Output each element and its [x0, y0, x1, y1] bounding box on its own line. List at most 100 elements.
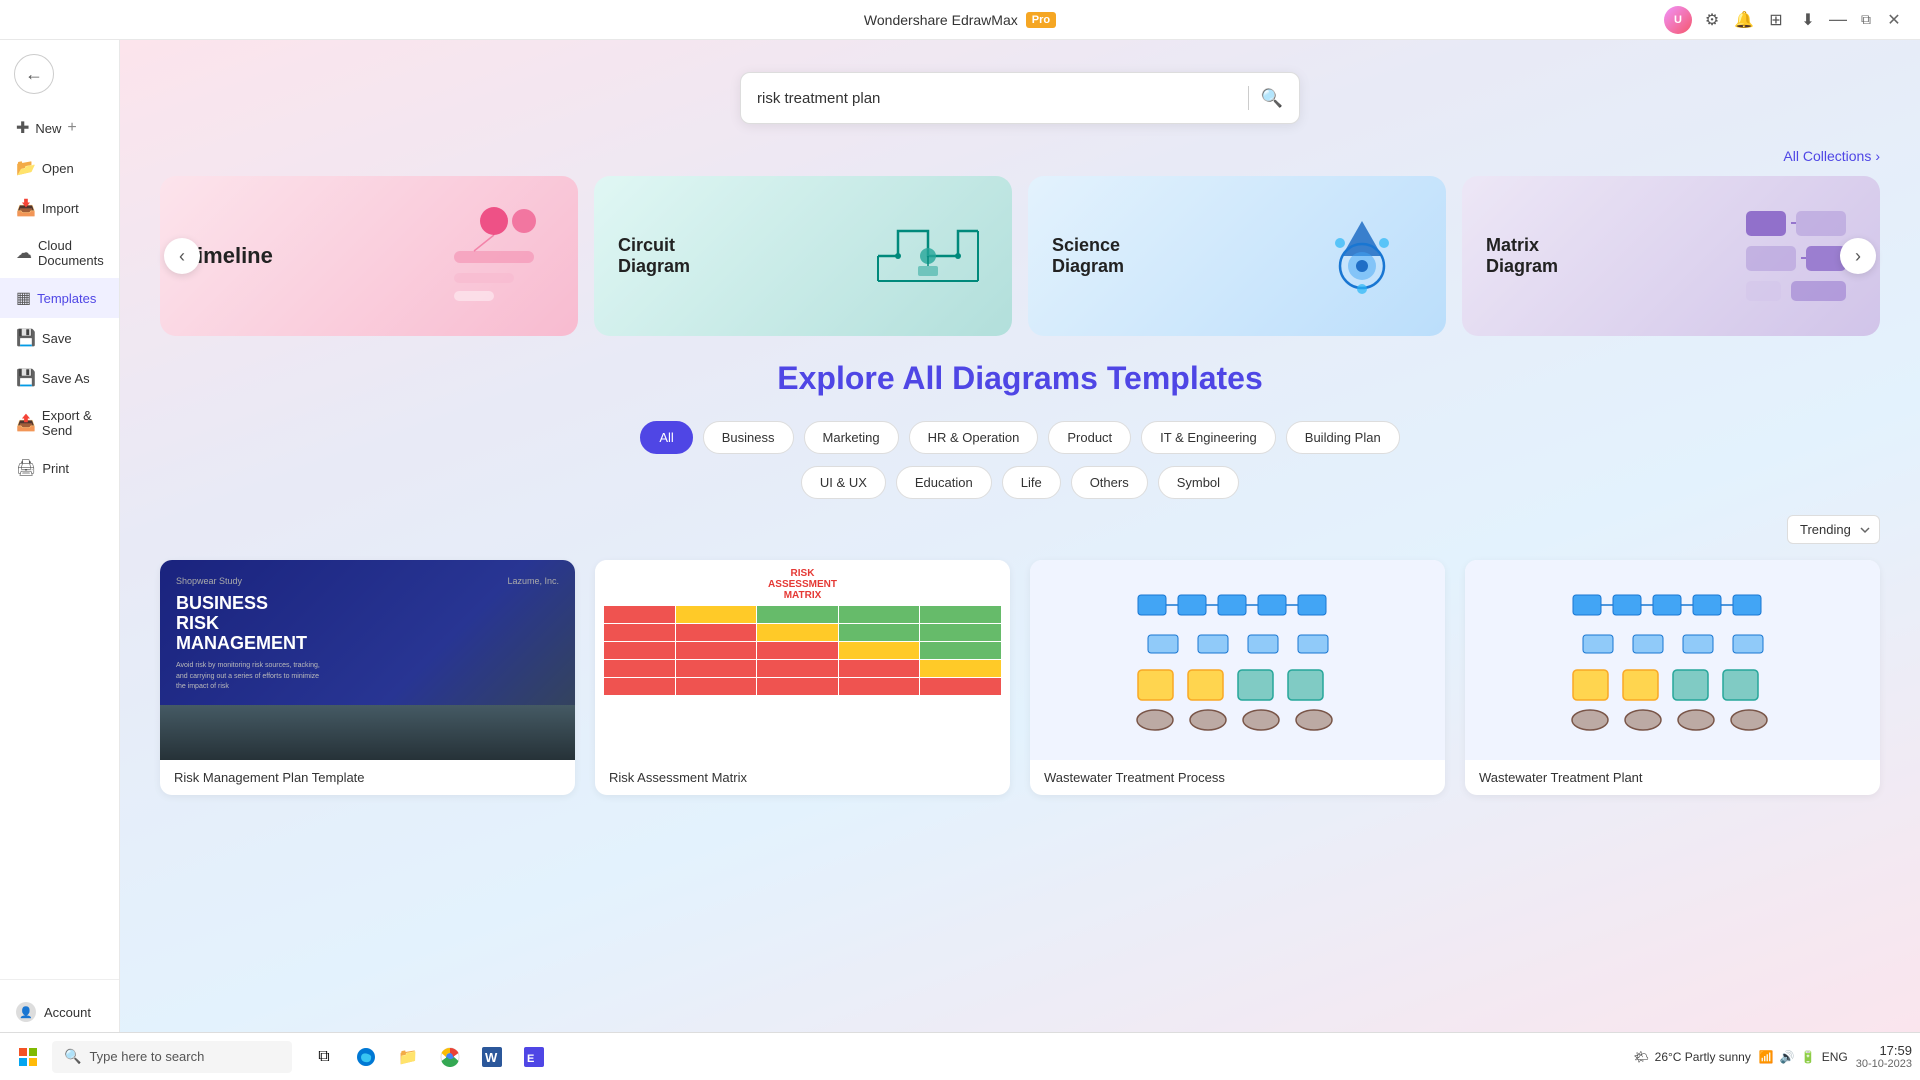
taskbar-app-explorer[interactable]: 📁 [388, 1037, 428, 1077]
filter-life[interactable]: Life [1002, 466, 1061, 499]
filter-ui-ux[interactable]: UI & UX [801, 466, 886, 499]
all-collections-label: All Collections [1783, 148, 1871, 164]
filter-product[interactable]: Product [1048, 421, 1131, 454]
start-button[interactable] [8, 1037, 48, 1077]
taskbar-app-edge[interactable] [346, 1037, 386, 1077]
chevron-right-icon: › [1875, 148, 1880, 164]
taskbar-app-task-view[interactable]: ⧉ [304, 1037, 344, 1077]
taskbar-app-edrawmax[interactable]: E [514, 1037, 554, 1077]
carousel-header: All Collections › [160, 148, 1880, 164]
titlebar-right-controls: U ⚙ 🔔 ⊞ ⬇ — ⧉ ✕ [1664, 6, 1904, 34]
taskbar: 🔍 Type here to search ⧉ 📁 W E 🌤 26°C Par… [0, 1032, 1920, 1080]
download-icon[interactable]: ⬇ [1796, 8, 1820, 32]
science-image [1302, 196, 1422, 316]
language-label: ENG [1822, 1050, 1848, 1064]
template-card-risk-management[interactable]: Shopwear StudyLazume, Inc. BUSINESS RISK… [160, 560, 575, 795]
sidebar-item-import[interactable]: 📥 Import [0, 188, 119, 228]
template-card-wastewater-process[interactable]: Wastewater Treatment Process [1030, 560, 1445, 795]
timeline-label: Timeline [184, 243, 434, 269]
risk-management-label: Risk Management Plan Template [160, 760, 575, 795]
wastewater-process-label: Wastewater Treatment Process [1030, 760, 1445, 795]
taskbar-time[interactable]: 17:59 30-10-2023 [1856, 1043, 1912, 1070]
carousel-prev-button[interactable]: ‹ [164, 238, 200, 274]
sidebar-item-account[interactable]: 👤 Account [0, 992, 119, 1032]
taskbar-notifications: 📶 🔊 🔋 ENG [1759, 1050, 1848, 1064]
close-button[interactable]: ✕ [1884, 10, 1904, 30]
sidebar-item-print[interactable]: 🖨 Print [0, 448, 119, 488]
sidebar-nav: ✚ New + 📂 Open 📥 Import ☁ [0, 100, 119, 979]
carousel-card-matrix[interactable]: MatrixDiagram [1462, 176, 1880, 336]
taskbar-date-display: 30-10-2023 [1856, 1058, 1912, 1070]
carousel-card-circuit[interactable]: CircuitDiagram [594, 176, 1012, 336]
filter-business[interactable]: Business [703, 421, 794, 454]
back-button[interactable]: ← [8, 48, 60, 100]
search-divider [1248, 86, 1249, 110]
bell-icon[interactable]: 🔔 [1732, 8, 1756, 32]
filter-others[interactable]: Others [1071, 466, 1148, 499]
sidebar-item-export[interactable]: 📤 Export & Send [0, 398, 119, 448]
filter-row-2: UI & UX Education Life Others Symbol [160, 466, 1880, 499]
taskbar-app-chrome[interactable] [430, 1037, 470, 1077]
save-label: Save [42, 331, 72, 346]
science-label: ScienceDiagram [1052, 235, 1302, 277]
sidebar-item-templates[interactable]: ▦ Templates [0, 278, 119, 318]
import-icon: 📥 [16, 198, 36, 218]
wifi-icon: 📶 [1759, 1050, 1774, 1064]
sidebar-item-new[interactable]: ✚ New + [0, 108, 119, 148]
sidebar-item-cloud[interactable]: ☁ Cloud Documents [0, 228, 119, 278]
taskbar-right: 🌤 26°C Partly sunny 📶 🔊 🔋 ENG 17:59 30-1… [1633, 1043, 1912, 1070]
filter-row-1: All Business Marketing HR & Operation Pr… [160, 421, 1880, 454]
account-label: Account [44, 1005, 91, 1020]
sidebar-item-open[interactable]: 📂 Open [0, 148, 119, 188]
all-collections-link[interactable]: All Collections › [1783, 148, 1880, 164]
carousel-card-science[interactable]: ScienceDiagram [1028, 176, 1446, 336]
save-as-label: Save As [42, 371, 90, 386]
template-card-risk-assessment[interactable]: RISKASSESSMENTMATRIX [595, 560, 1010, 795]
open-label: Open [42, 161, 74, 176]
restore-button[interactable]: ⧉ [1856, 10, 1876, 30]
carousel-wrapper: ‹ Timeline [160, 176, 1880, 336]
filter-marketing[interactable]: Marketing [804, 421, 899, 454]
search-input[interactable] [757, 90, 1236, 107]
sort-select[interactable]: Trending Newest Popular [1787, 515, 1880, 544]
settings-icon[interactable]: ⚙ [1700, 8, 1724, 32]
svg-text:W: W [485, 1050, 498, 1065]
taskbar-search[interactable]: 🔍 Type here to search [52, 1041, 292, 1073]
filter-it-engineering[interactable]: IT & Engineering [1141, 421, 1276, 454]
grid-icon[interactable]: ⊞ [1764, 8, 1788, 32]
sidebar-item-save-as[interactable]: 💾 Save As [0, 358, 119, 398]
export-icon: 📤 [16, 413, 36, 433]
new-icon: ✚ [16, 118, 29, 138]
wastewater-plant-image [1465, 560, 1880, 760]
carousel-next-button[interactable]: › [1840, 238, 1876, 274]
taskbar-time-display: 17:59 [1856, 1043, 1912, 1058]
carousel-track: Timeline [160, 176, 1880, 336]
filter-hr-operation[interactable]: HR & Operation [909, 421, 1039, 454]
cloud-label: Cloud Documents [38, 238, 104, 268]
templates-label: Templates [37, 291, 96, 306]
save-as-icon: 💾 [16, 368, 36, 388]
filter-all[interactable]: All [640, 421, 692, 454]
search-bar[interactable]: 🔍 [740, 72, 1300, 124]
filter-building-plan[interactable]: Building Plan [1286, 421, 1400, 454]
taskbar-app-word[interactable]: W [472, 1037, 512, 1077]
filter-education[interactable]: Education [896, 466, 992, 499]
template-card-wastewater-plant[interactable]: Wastewater Treatment Plant [1465, 560, 1880, 795]
risk-assessment-label: Risk Assessment Matrix [595, 760, 1010, 795]
filter-symbol[interactable]: Symbol [1158, 466, 1239, 499]
sidebar-item-save[interactable]: 💾 Save [0, 318, 119, 358]
titlebar: Wondershare EdrawMax Pro U ⚙ 🔔 ⊞ ⬇ — ⧉ ✕ [0, 0, 1920, 40]
circuit-label: CircuitDiagram [618, 235, 868, 277]
search-section: 🔍 [120, 40, 1920, 148]
circuit-image [868, 196, 988, 316]
search-button[interactable]: 🔍 [1261, 88, 1283, 109]
minimize-button[interactable]: — [1828, 10, 1848, 30]
export-label: Export & Send [42, 408, 103, 438]
account-avatar: 👤 [16, 1002, 36, 1022]
main-layout: ← ✚ New + 📂 Open 📥 Import [0, 40, 1920, 1080]
user-avatar[interactable]: U [1664, 6, 1692, 34]
carousel-card-timeline[interactable]: Timeline [160, 176, 578, 336]
sort-row: Trending Newest Popular [160, 515, 1880, 544]
cloud-icon: ☁ [16, 243, 32, 263]
explore-title-colored: All Diagrams Templates [902, 360, 1262, 396]
